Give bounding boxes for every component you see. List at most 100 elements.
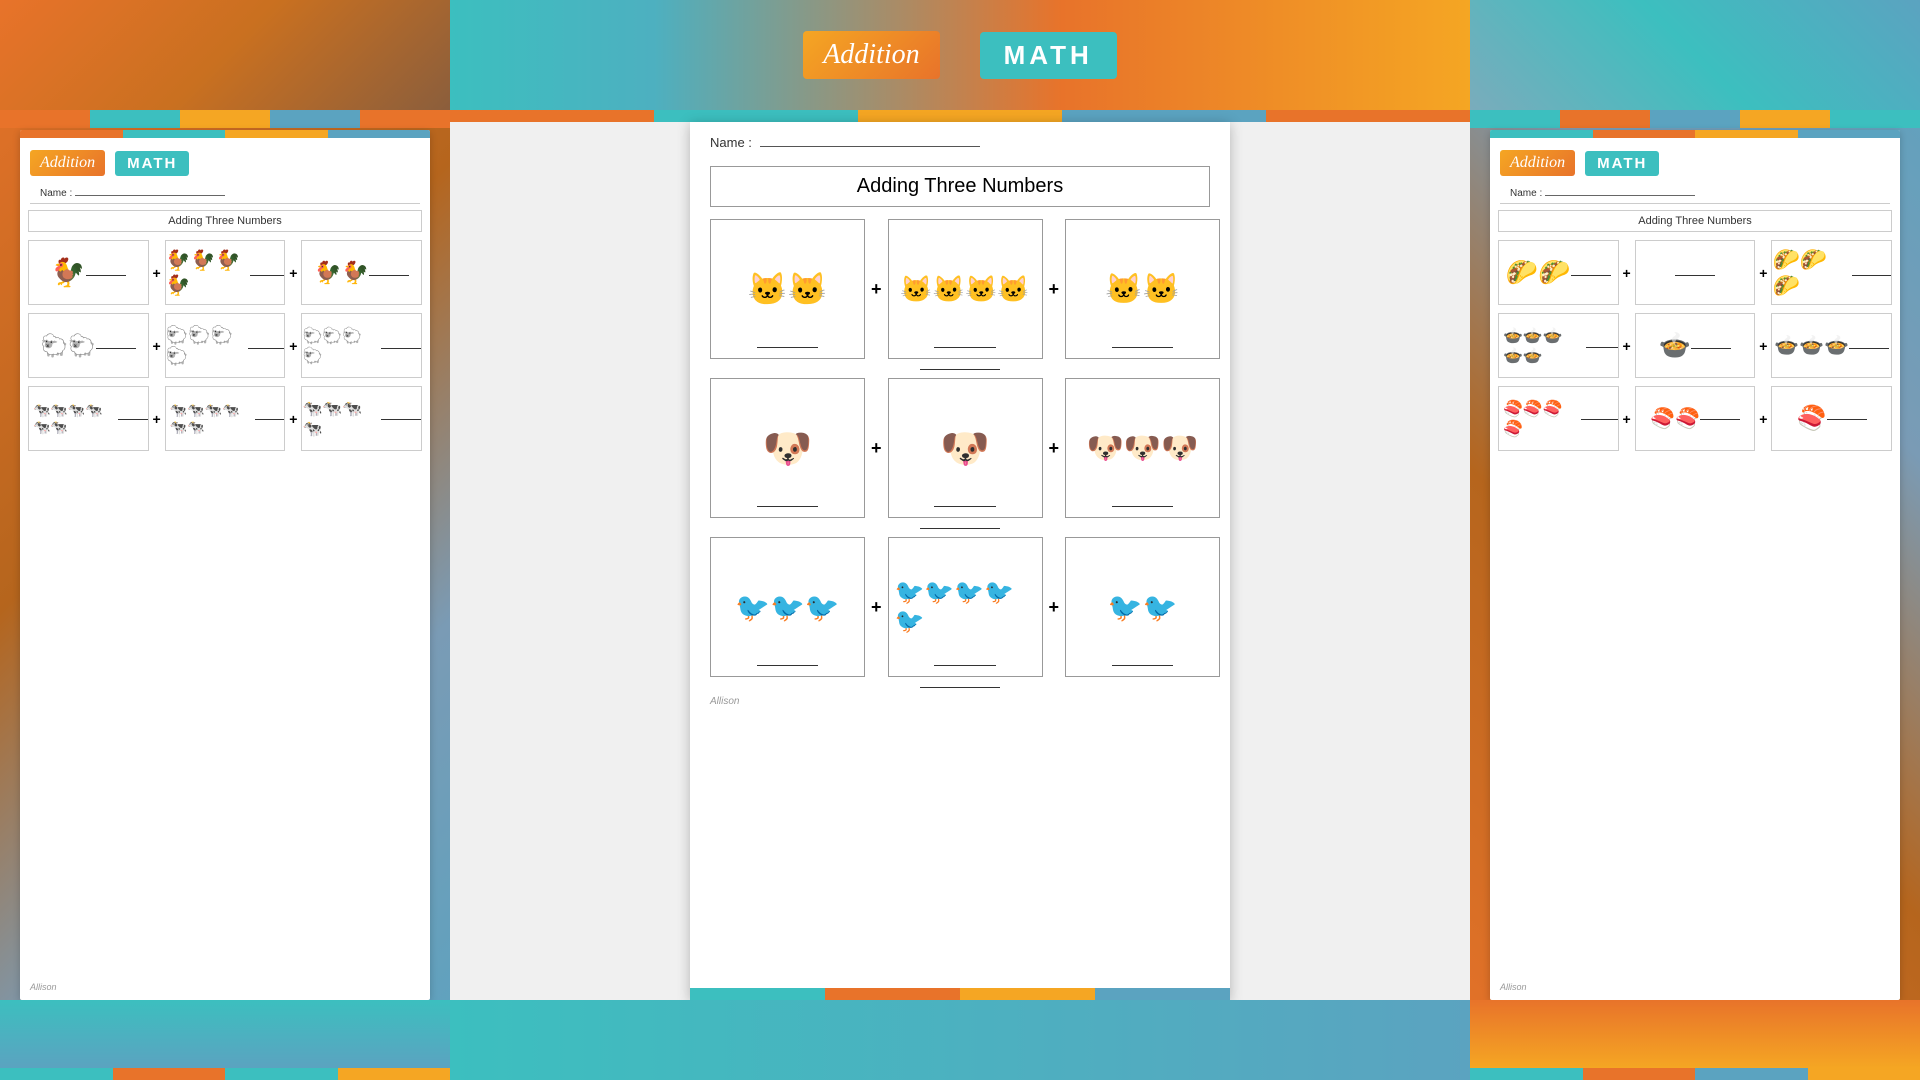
left-bottom-blue xyxy=(0,1000,450,1068)
left-signature: Allison xyxy=(30,982,57,992)
center-cell-2-1: 🐶 xyxy=(710,378,865,518)
right-cell-1-2 xyxy=(1635,240,1756,305)
center-cell-1-3: 🐱🐱 xyxy=(1065,219,1220,359)
left-cell-2-2: 🐑🐑🐑🐑 xyxy=(165,313,286,378)
right-worksheet-title: Adding Three Numbers xyxy=(1498,210,1892,232)
center-cell-3-2: 🐦🐦🐦🐦🐦 xyxy=(888,537,1043,677)
left-ws-top-stripe xyxy=(20,130,430,138)
center-top-header: Addition MATH xyxy=(450,0,1470,110)
center-ws-bottom-stripe xyxy=(690,988,1230,1000)
right-plus-3: + xyxy=(1623,411,1631,427)
left-cell-1-1: 🐓 xyxy=(28,240,149,305)
right-cell-1-1: 🌮🌮 xyxy=(1498,240,1619,305)
stripe-seg-5 xyxy=(360,110,450,128)
left-panel: Addition MATH Name : Adding Three Number… xyxy=(0,0,450,1080)
right-cell-3-2: 🍣🍣 xyxy=(1635,386,1756,451)
center-top-addition: Addition xyxy=(803,31,939,79)
left-cell-3-1: 🐄🐄🐄🐄🐄🐄 xyxy=(28,386,149,451)
center-cell-3-1: 🐦🐦🐦 xyxy=(710,537,865,677)
right-plus-2b: + xyxy=(1759,338,1767,354)
center-plus-1b: + xyxy=(1043,279,1066,300)
center-row2-answer xyxy=(920,528,1000,529)
left-cell-1-2: 🐓🐓🐓🐓 xyxy=(165,240,286,305)
stripe-seg-4 xyxy=(270,110,360,128)
right-panel: Addition MATH Name : Adding Three Number… xyxy=(1470,0,1920,1080)
stripe-seg-3 xyxy=(180,110,270,128)
left-plus-1: + xyxy=(153,265,161,281)
stripe-seg-2 xyxy=(90,110,180,128)
center-row3-answer xyxy=(920,687,1000,688)
center-row-1: 🐱🐱 + 🐱🐱🐱🐱 + 🐱🐱 xyxy=(710,219,1210,359)
right-row-1: 🌮🌮 + + 🌮🌮🌮 xyxy=(1490,240,1900,305)
center-worksheet: Name : Adding Three Numbers 🐱🐱 + 🐱🐱🐱🐱 + xyxy=(690,122,1230,1000)
left-worksheet: Addition MATH Name : Adding Three Number… xyxy=(20,130,430,1000)
center-content: Adding Three Numbers 🐱🐱 + 🐱🐱🐱🐱 + 🐱🐱 xyxy=(690,156,1230,988)
center-signature: Allison xyxy=(710,696,1210,707)
center-cell-2-2: 🐶 xyxy=(888,378,1043,518)
center-top-stripe xyxy=(450,110,1470,122)
left-row-2: 🐑🐑 + 🐑🐑🐑🐑 + 🐑🐑🐑🐑 xyxy=(20,313,430,378)
right-bottom-stripe xyxy=(1470,1068,1920,1080)
right-worksheet: Addition MATH Name : Adding Three Number… xyxy=(1490,130,1900,1000)
left-cell-3-2: 🐄🐄🐄🐄🐄🐄 xyxy=(165,386,286,451)
left-top-bg xyxy=(0,0,450,110)
right-bottom-orange xyxy=(1470,1000,1920,1068)
right-name-line: Name : xyxy=(1500,184,1890,204)
right-row-3: 🍣🍣🍣🍣 + 🍣🍣 + 🍣 xyxy=(1490,386,1900,451)
center-cell-1-1: 🐱🐱 xyxy=(710,219,865,359)
center-panel: Addition MATH Name : Adding Three Number… xyxy=(450,0,1470,1080)
center-row1-answer xyxy=(920,369,1000,370)
right-row-2: 🍲🍲🍲🍲🍲 + 🍲 + 🍲🍲🍲 xyxy=(1490,313,1900,378)
left-worksheet-title: Adding Three Numbers xyxy=(28,210,422,232)
right-cell-1-3: 🌮🌮🌮 xyxy=(1771,240,1892,305)
left-plus-2: + xyxy=(153,338,161,354)
left-stripe-bar xyxy=(0,110,450,128)
center-plus-2a: + xyxy=(865,438,888,459)
right-plus-2: + xyxy=(1623,338,1631,354)
right-plus-1b: + xyxy=(1759,265,1767,281)
right-cell-2-1: 🍲🍲🍲🍲🍲 xyxy=(1498,313,1619,378)
right-math-badge: MATH xyxy=(1585,151,1659,176)
center-bottom-blue xyxy=(450,1000,1470,1080)
left-ws-header: Addition MATH xyxy=(20,142,430,184)
right-cell-3-1: 🍣🍣🍣🍣 xyxy=(1498,386,1619,451)
center-name-label: Name : xyxy=(710,135,752,150)
center-plus-3a: + xyxy=(865,597,888,618)
left-addition-badge: Addition xyxy=(30,150,105,176)
center-ws-name-area: Name : xyxy=(690,122,1230,156)
left-plus-3b: + xyxy=(289,411,297,427)
left-name-line: Name : xyxy=(30,184,420,204)
left-plus-1b: + xyxy=(289,265,297,281)
right-top-bg xyxy=(1470,0,1920,110)
right-stripe-bar xyxy=(1470,110,1920,128)
right-signature: Allison xyxy=(1500,982,1527,992)
left-cell-3-3: 🐄🐄🐄🐄 xyxy=(301,386,422,451)
right-cell-3-3: 🍣 xyxy=(1771,386,1892,451)
right-addition-badge: Addition xyxy=(1500,150,1575,176)
right-ws-header: Addition MATH xyxy=(1490,142,1900,184)
right-plus-3b: + xyxy=(1759,411,1767,427)
center-row-3: 🐦🐦🐦 + 🐦🐦🐦🐦🐦 + 🐦🐦 xyxy=(710,537,1210,677)
center-cell-1-2: 🐱🐱🐱🐱 xyxy=(888,219,1043,359)
left-bottom-stripe xyxy=(0,1068,450,1080)
left-cell-1-3: 🐓🐓 xyxy=(301,240,422,305)
right-plus-1: + xyxy=(1623,265,1631,281)
left-cell-2-1: 🐑🐑 xyxy=(28,313,149,378)
center-plus-1a: + xyxy=(865,279,888,300)
center-plus-3b: + xyxy=(1043,597,1066,618)
left-row-1: 🐓 + 🐓🐓🐓🐓 + 🐓🐓 xyxy=(20,240,430,305)
right-cell-2-3: 🍲🍲🍲 xyxy=(1771,313,1892,378)
center-cell-2-3: 🐶🐶🐶 xyxy=(1065,378,1220,518)
center-row-2: 🐶 + 🐶 + 🐶🐶🐶 xyxy=(710,378,1210,518)
center-top-math: MATH xyxy=(980,32,1117,79)
right-cell-2-2: 🍲 xyxy=(1635,313,1756,378)
center-plus-2b: + xyxy=(1043,438,1066,459)
left-cell-2-3: 🐑🐑🐑🐑 xyxy=(301,313,422,378)
left-plus-3: + xyxy=(153,411,161,427)
stripe-seg-1 xyxy=(0,110,90,128)
left-row-3: 🐄🐄🐄🐄🐄🐄 + 🐄🐄🐄🐄🐄🐄 + 🐄🐄🐄🐄 xyxy=(20,386,430,451)
center-worksheet-title: Adding Three Numbers xyxy=(710,166,1210,207)
right-ws-top-stripe xyxy=(1490,130,1900,138)
left-plus-2b: + xyxy=(289,338,297,354)
left-math-badge: MATH xyxy=(115,151,189,176)
